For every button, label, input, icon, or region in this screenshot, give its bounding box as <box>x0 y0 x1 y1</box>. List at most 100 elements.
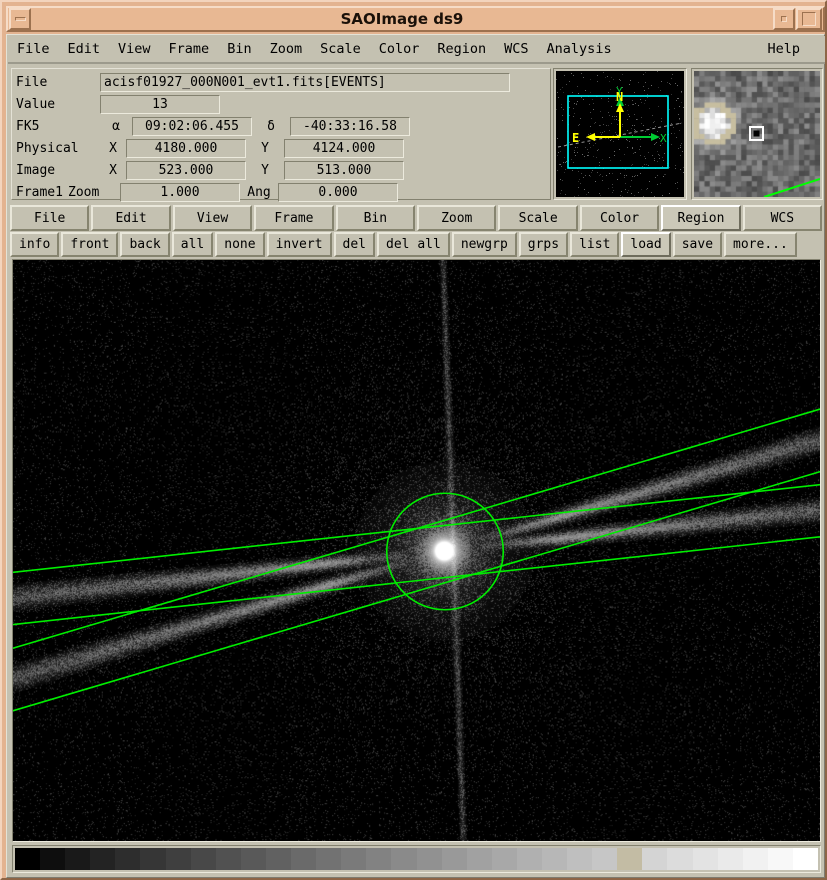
button-bin[interactable]: Bin <box>335 205 416 231</box>
panner-speckle <box>578 93 579 94</box>
menu-wcs[interactable]: WCS <box>495 38 537 60</box>
region-box-heg-arm-lower[interactable] <box>13 260 821 842</box>
menu-analysis[interactable]: Analysis <box>538 38 621 60</box>
panner-speckle <box>597 150 598 151</box>
menu-view[interactable]: View <box>109 38 160 60</box>
panner-speckle <box>645 158 646 159</box>
delta-symbol: δ <box>267 119 275 134</box>
regionbtn-all[interactable]: all <box>171 232 214 257</box>
regionbtn-none[interactable]: none <box>215 232 265 257</box>
physical-label: Physical <box>16 141 79 156</box>
colorbar-step <box>592 848 618 870</box>
panner-speckle <box>609 130 610 131</box>
panner-speckle <box>598 149 599 150</box>
image-display-area[interactable] <box>12 259 821 842</box>
regionbtn-del[interactable]: del <box>333 232 376 257</box>
menu-frame[interactable]: Frame <box>160 38 219 60</box>
panner-speckle <box>631 180 632 181</box>
panner-speckle <box>590 112 591 113</box>
regionbtn-grps[interactable]: grps <box>518 232 569 257</box>
regionbtn-load[interactable]: load <box>621 232 671 257</box>
menu-help[interactable]: Help <box>758 38 809 60</box>
magnifier-canvas[interactable] <box>694 71 820 197</box>
regionbtn-info[interactable]: info <box>10 232 60 257</box>
panner-speckle <box>590 133 591 134</box>
panner-speckle <box>632 100 633 101</box>
restore-button[interactable] <box>796 8 822 30</box>
button-color[interactable]: Color <box>579 205 660 231</box>
panner-speckle <box>655 177 656 178</box>
panner-canvas[interactable]: XYNE <box>556 71 684 197</box>
panner-speckle <box>655 143 656 144</box>
info-row-file: File acisf01927_000N001_evt1.fits[EVENTS… <box>16 72 546 93</box>
region-overlay[interactable] <box>13 260 821 842</box>
regionbtn-list[interactable]: list <box>570 232 620 257</box>
panner-speckle <box>564 157 565 158</box>
menu-scale[interactable]: Scale <box>311 38 370 60</box>
menu-edit[interactable]: Edit <box>59 38 110 60</box>
colorbar-step <box>341 848 367 870</box>
info-row-image: Image X 523.000 Y 513.000 <box>16 160 546 181</box>
panner-speckle <box>603 124 604 125</box>
panner-speckle <box>657 151 658 152</box>
panner-speckle <box>620 195 621 196</box>
panner-speckle <box>557 138 558 139</box>
region-circle-zeroth-order[interactable] <box>385 492 505 611</box>
panner-speckle <box>597 81 598 82</box>
panner-speckle <box>643 125 644 126</box>
panner-speckle <box>626 139 627 140</box>
panner-speckle <box>624 175 625 176</box>
panner-speckle <box>635 152 636 153</box>
colorbar-step <box>667 848 693 870</box>
button-wcs[interactable]: WCS <box>742 205 823 231</box>
panner-speckle <box>558 152 559 153</box>
panner-speckle <box>569 101 570 102</box>
regionbtn-newgrp[interactable]: newgrp <box>451 232 517 257</box>
maximize-button[interactable] <box>773 8 795 30</box>
button-view[interactable]: View <box>172 205 253 231</box>
button-edit[interactable]: Edit <box>91 205 171 231</box>
colorbar-widget[interactable] <box>12 845 821 873</box>
menu-color[interactable]: Color <box>370 38 429 60</box>
regionbtn-invert[interactable]: invert <box>266 232 332 257</box>
panner-speckle <box>669 109 670 110</box>
panner-speckle <box>562 87 563 88</box>
panner-speckle <box>677 85 678 86</box>
panner-speckle <box>619 149 620 150</box>
colorbar-step <box>717 848 743 870</box>
panner-speckle <box>589 104 590 105</box>
panner-speckle <box>638 105 639 106</box>
button-zoom[interactable]: Zoom <box>417 205 497 231</box>
panner-speckle <box>656 142 657 143</box>
button-region[interactable]: Region <box>661 205 741 231</box>
panner-speckle <box>675 168 676 169</box>
regionbtn-del-all[interactable]: del all <box>377 232 450 257</box>
regionbtn-save[interactable]: save <box>672 232 723 257</box>
menu-file[interactable]: File <box>8 38 59 60</box>
regionbtn-front[interactable]: front <box>61 232 119 257</box>
image-x-label: X <box>109 163 117 178</box>
panner-speckle <box>616 134 617 135</box>
colorbar-step <box>416 848 442 870</box>
panner-speckle <box>587 155 588 156</box>
button-file[interactable]: File <box>10 205 90 231</box>
image-x-value: 523.000 <box>126 161 246 180</box>
menu-zoom[interactable]: Zoom <box>261 38 312 60</box>
colorbar-ramp[interactable] <box>15 848 818 870</box>
panner-speckle <box>625 183 626 184</box>
panner-speckle <box>634 195 635 196</box>
panner-widget[interactable]: XYNE <box>553 68 687 200</box>
panner-viewport-box[interactable] <box>567 95 669 169</box>
panner-speckle <box>622 196 623 197</box>
panner-speckle <box>671 94 672 95</box>
button-scale[interactable]: Scale <box>498 205 578 231</box>
regionbtn-back[interactable]: back <box>120 232 170 257</box>
menu-bin[interactable]: Bin <box>218 38 260 60</box>
magnifier-widget[interactable] <box>691 68 823 200</box>
button-frame[interactable]: Frame <box>254 205 334 231</box>
panner-speckle <box>675 83 676 84</box>
panner-speckle <box>649 181 650 182</box>
regionbtn-more-[interactable]: more... <box>724 232 797 257</box>
menu-region[interactable]: Region <box>428 38 495 60</box>
minimize-button[interactable] <box>9 8 31 30</box>
